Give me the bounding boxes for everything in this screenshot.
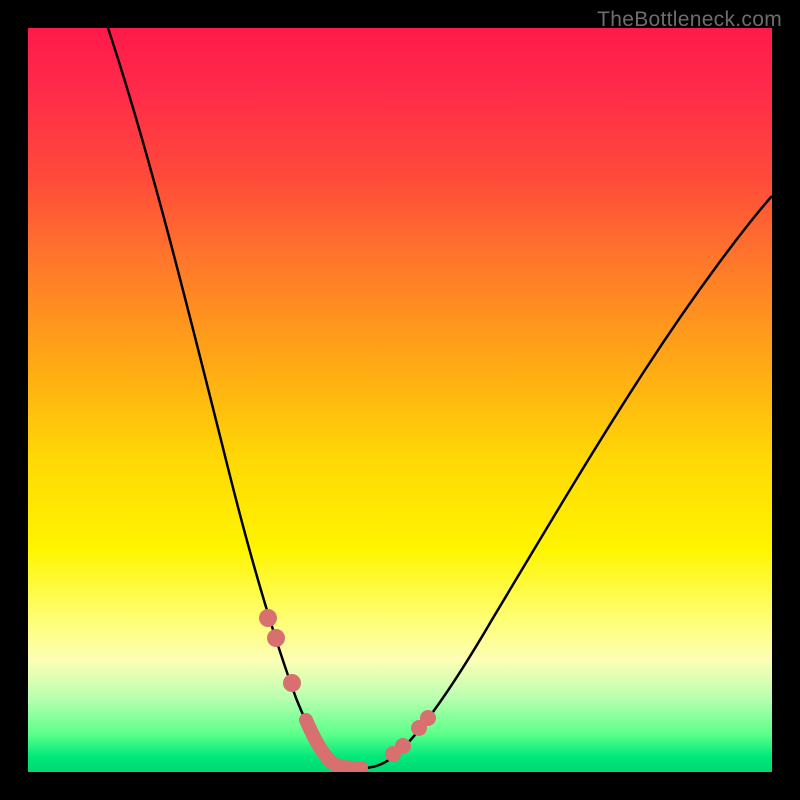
- marker-dot: [259, 609, 277, 627]
- curve-svg: [28, 28, 772, 772]
- marker-dot: [420, 710, 436, 726]
- marker-dot: [283, 674, 301, 692]
- marker-dot: [411, 720, 427, 736]
- watermark: TheBottleneck.com: [597, 8, 782, 32]
- plot-area: [28, 28, 772, 772]
- marker-dot: [267, 629, 285, 647]
- marker-dot: [395, 738, 411, 754]
- valley-marker: [306, 720, 361, 768]
- bottleneck-curve: [108, 28, 772, 768]
- marker-dot: [385, 746, 401, 762]
